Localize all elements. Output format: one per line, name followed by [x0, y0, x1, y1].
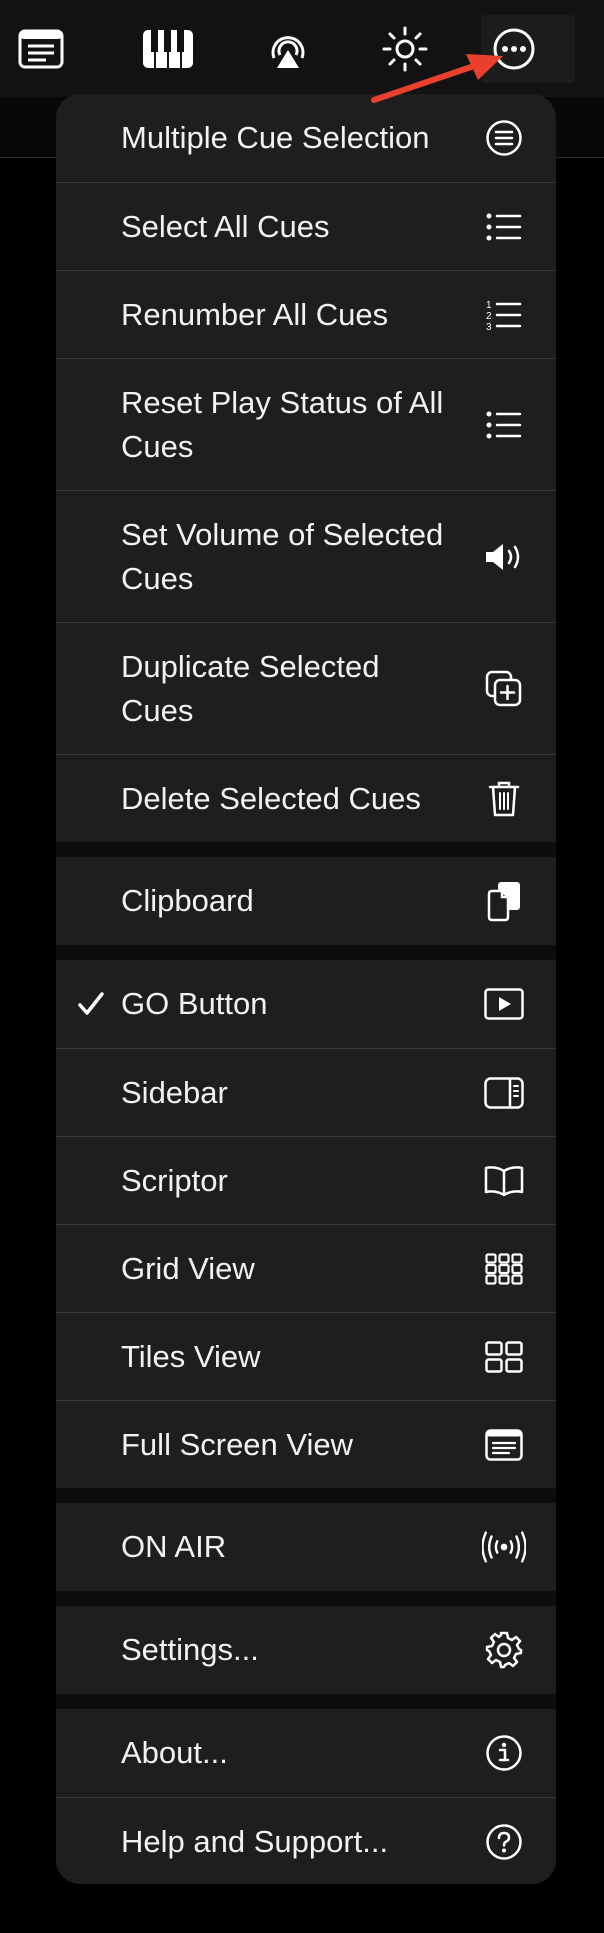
menu-item-multiple-cue-selection[interactable]: Multiple Cue Selection — [56, 94, 556, 182]
menu-item-on-air[interactable]: ON AIR — [56, 1503, 556, 1591]
menu-group-cue-actions: Multiple Cue Selection Select All Cues R… — [56, 94, 556, 842]
menu-item-delete-selected-cues[interactable]: Delete Selected Cues — [56, 754, 556, 842]
menu-item-label: Clipboard — [121, 883, 254, 918]
menu-item-duplicate-selected-cues[interactable]: Duplicate Selected Cues — [56, 622, 556, 754]
menu-item-label: About... — [121, 1735, 228, 1770]
menu-item-grid-view[interactable]: Grid View — [56, 1224, 556, 1312]
menu-group-help: About... Help and Support... — [56, 1709, 556, 1884]
svg-text:3: 3 — [486, 322, 492, 331]
document-icon[interactable] — [6, 14, 76, 84]
menu-group-on-air: ON AIR — [56, 1503, 556, 1591]
clipboard-icon — [482, 879, 526, 923]
menu-item-label: Tiles View — [121, 1338, 261, 1374]
menu-item-go-button[interactable]: GO Button — [56, 960, 556, 1048]
piano-keys-icon[interactable] — [133, 14, 203, 84]
menu-item-label: Scriptor — [121, 1162, 228, 1198]
book-icon — [482, 1159, 526, 1203]
list-bullet-icon — [482, 205, 526, 249]
airplay-icon[interactable] — [253, 14, 323, 84]
menu-item-set-volume[interactable]: Set Volume of Selected Cues — [56, 490, 556, 622]
menu-item-label: Reset Play Status of All Cues — [121, 384, 444, 464]
menu-item-label: Multiple Cue Selection — [121, 120, 430, 155]
checkmark-icon — [78, 992, 104, 1015]
menu-item-label: Full Screen View — [121, 1426, 354, 1462]
menu-item-label: Renumber All Cues — [121, 296, 389, 332]
menu-item-tiles-view[interactable]: Tiles View — [56, 1312, 556, 1400]
menu-item-label: Delete Selected Cues — [121, 780, 421, 816]
top-toolbar — [0, 0, 604, 98]
menu-item-sidebar[interactable]: Sidebar — [56, 1048, 556, 1136]
duplicate-icon — [482, 667, 526, 711]
list-bullet-icon — [482, 403, 526, 447]
menu-item-label: Sidebar — [121, 1074, 228, 1110]
menu-item-label: GO Button — [121, 986, 268, 1021]
broadcast-icon — [482, 1525, 526, 1569]
menu-item-label: Help and Support... — [121, 1823, 389, 1859]
menu-item-label: Duplicate Selected Cues — [121, 648, 380, 728]
speaker-icon — [482, 535, 526, 579]
play-rectangle-icon — [482, 982, 526, 1026]
menu-item-clipboard[interactable]: Clipboard — [56, 857, 556, 945]
more-options-menu: Multiple Cue Selection Select All Cues R… — [56, 94, 556, 1884]
list-number-icon: 123 — [482, 293, 526, 337]
menu-item-scriptor[interactable]: Scriptor — [56, 1136, 556, 1224]
gear-icon — [482, 1628, 526, 1672]
menu-group-clipboard: Clipboard — [56, 857, 556, 945]
menu-item-label: Set Volume of Selected Cues — [121, 516, 444, 596]
menu-item-select-all-cues[interactable]: Select All Cues — [56, 182, 556, 270]
menu-item-reset-play-status[interactable]: Reset Play Status of All Cues — [56, 358, 556, 490]
info-icon — [482, 1731, 526, 1775]
menu-item-label: ON AIR — [121, 1529, 227, 1564]
trash-icon — [482, 777, 526, 821]
menu-item-about[interactable]: About... — [56, 1709, 556, 1797]
more-icon — [479, 14, 549, 84]
menu-item-label: Select All Cues — [121, 208, 330, 244]
svg-text:2: 2 — [486, 311, 492, 322]
menu-item-help-and-support[interactable]: Help and Support... — [56, 1797, 556, 1884]
more-button[interactable] — [481, 15, 575, 83]
menu-item-label: Settings... — [121, 1632, 259, 1667]
list-circle-icon — [482, 116, 526, 160]
menu-item-full-screen-view[interactable]: Full Screen View — [56, 1400, 556, 1488]
tiles-icon — [482, 1335, 526, 1379]
menu-group-settings: Settings... — [56, 1606, 556, 1694]
menu-item-label: Grid View — [121, 1250, 255, 1286]
brightness-icon[interactable] — [370, 14, 440, 84]
fullscreen-doc-icon — [482, 1423, 526, 1467]
grid-icon — [482, 1247, 526, 1291]
question-icon — [482, 1820, 526, 1864]
svg-text:1: 1 — [486, 300, 492, 311]
sidebar-icon — [482, 1071, 526, 1115]
menu-item-settings[interactable]: Settings... — [56, 1606, 556, 1694]
menu-group-views: GO Button Sidebar Scriptor Grid View Til… — [56, 960, 556, 1488]
menu-item-renumber-all-cues[interactable]: Renumber All Cues 123 — [56, 270, 556, 358]
